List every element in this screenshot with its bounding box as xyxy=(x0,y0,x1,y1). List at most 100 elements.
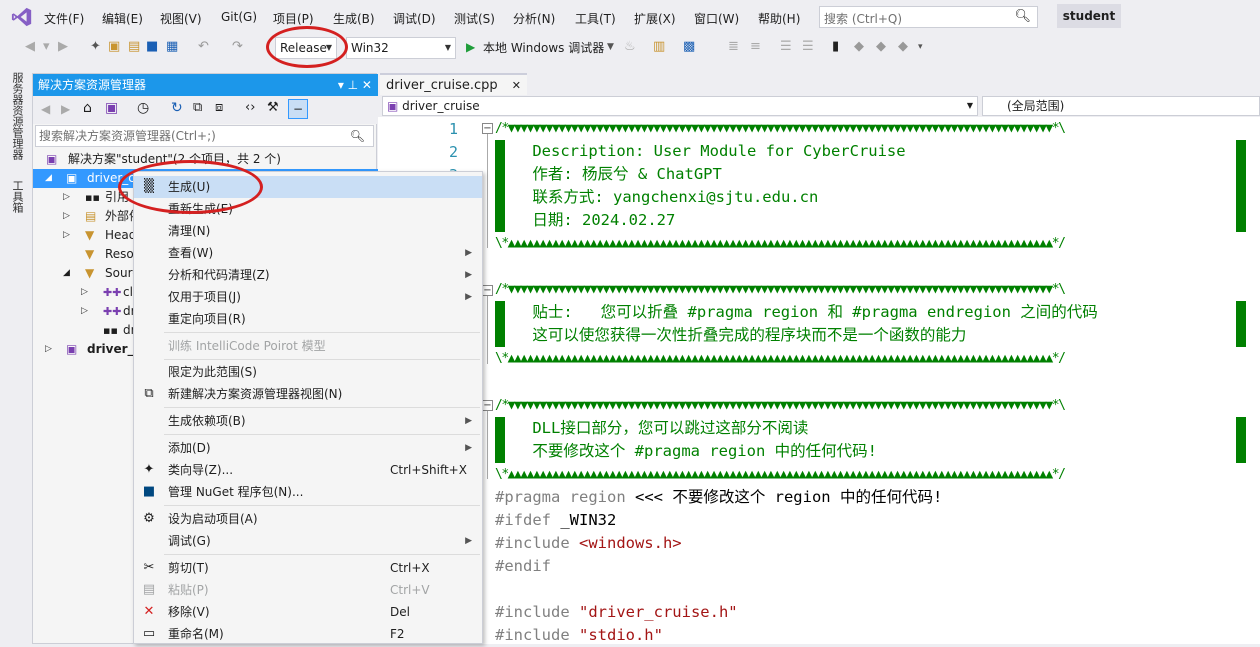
switch-views-icon[interactable]: ▣ xyxy=(105,100,118,116)
server-explorer-tab[interactable]: 服务器资源管理器 xyxy=(9,72,25,160)
find-in-files-icon[interactable]: ▥ xyxy=(653,39,665,55)
global-search-input[interactable]: 搜索 (Ctrl+Q) 🔍︎ xyxy=(819,6,1038,28)
menu-item-view[interactable]: 查看(W) ▶ xyxy=(134,242,482,264)
menu-test[interactable]: 测试(S) xyxy=(454,10,495,27)
expand-open-icon[interactable]: ◢ xyxy=(63,264,70,283)
expand-closed-icon[interactable]: ▷ xyxy=(45,340,52,359)
show-all-files-icon[interactable]: ⧈ xyxy=(215,100,223,115)
menu-help[interactable]: 帮助(H) xyxy=(758,10,800,27)
project-scope-dropdown[interactable]: ▣ driver_cruise ▼ xyxy=(382,96,978,116)
solution-search-input[interactable]: 搜索解决方案资源管理器(Ctrl+;) 🔍︎ xyxy=(35,125,374,147)
fold-toggle-icon[interactable]: − xyxy=(482,400,493,411)
menu-item-retarget[interactable]: 重定向项目(R) xyxy=(134,308,482,330)
toolbox-tab[interactable]: 工具箱 xyxy=(9,180,25,213)
menu-item-intellicode-train[interactable]: 训练 IntelliCode Poirot 模型 xyxy=(134,335,482,357)
fold-toggle-icon[interactable]: − xyxy=(482,285,493,296)
open-file-icon[interactable]: ▤ xyxy=(128,39,140,55)
menu-build[interactable]: 生成(B) xyxy=(333,10,375,27)
undo-icon[interactable]: ↶ xyxy=(198,39,209,55)
forward-dropdown-icon[interactable]: ▾ xyxy=(43,39,50,55)
close-icon[interactable]: ✕ xyxy=(512,79,521,92)
menu-file[interactable]: 文件(F) xyxy=(44,10,84,27)
preprocessor-token: #ifdef xyxy=(495,511,551,529)
menu-item-label: 清理(N) xyxy=(168,224,211,238)
menu-item-add[interactable]: 添加(D) ▶ xyxy=(134,437,482,459)
home-icon[interactable]: ⌂ xyxy=(83,100,92,116)
submenu-arrow-icon: ▶ xyxy=(465,536,472,546)
preview-selected-items-icon[interactable]: − xyxy=(288,99,308,119)
menu-item-new-explorer-view[interactable]: ⧉ 新建解决方案资源管理器视图(N) xyxy=(134,383,482,405)
scope-value: (全局范围) xyxy=(1007,99,1065,113)
open-folder-icon[interactable]: ▣ xyxy=(108,39,120,55)
menu-item-class-wizard[interactable]: ✦ 类向导(Z)... Ctrl+Shift+X xyxy=(134,459,482,481)
forward-icon[interactable]: ▶ xyxy=(58,39,68,55)
menu-item-build-dependencies[interactable]: 生成依赖项(B) ▶ xyxy=(134,410,482,432)
menu-item-label: 调试(G) xyxy=(168,534,211,548)
pending-changes-filter-icon[interactable]: ◷ xyxy=(137,100,149,116)
browse-icon[interactable]: ▩ xyxy=(683,39,695,55)
code-line: \*▲▲▲▲▲▲▲▲▲▲▲▲▲▲▲▲▲▲▲▲▲▲▲▲▲▲▲▲▲▲▲▲▲▲▲▲▲▲… xyxy=(495,467,1066,482)
expand-open-icon[interactable]: ◢ xyxy=(45,169,52,188)
expand-closed-icon[interactable]: ▷ xyxy=(63,188,70,207)
solution-platform-dropdown[interactable]: Win32 ▼ xyxy=(346,37,456,59)
save-all-icon[interactable]: ▦ xyxy=(166,39,178,55)
sync-icon[interactable]: ↻ xyxy=(171,100,183,116)
next-bookmark-icon[interactable]: ◆ xyxy=(876,39,886,55)
code-area[interactable]: 1 2 3 − − − /*▼▼▼▼▼▼▼▼▼▼▼▼▼▼▼▼▼▼▼▼▼▼▼▼▼▼… xyxy=(378,117,1260,644)
menu-item-rename[interactable]: ▭ 重命名(M) F2 xyxy=(134,623,482,645)
menu-view[interactable]: 视图(V) xyxy=(160,10,202,27)
scope-dropdown[interactable]: (全局范围) xyxy=(982,96,1260,116)
expand-closed-icon[interactable]: ▷ xyxy=(63,207,70,226)
new-project-icon[interactable]: ✦ xyxy=(90,39,101,55)
expand-closed-icon[interactable]: ▷ xyxy=(81,283,88,302)
save-icon[interactable]: ■ xyxy=(146,39,158,55)
profile-badge[interactable]: student xyxy=(1057,4,1121,28)
forward-icon[interactable]: ▶ xyxy=(61,102,70,116)
view-code-icon[interactable]: ‹› xyxy=(245,100,255,115)
menu-item-scope-to-this[interactable]: 限定为此范围(S) xyxy=(134,361,482,383)
menu-debug[interactable]: 调试(D) xyxy=(393,10,436,27)
menu-item-nuget[interactable]: ■ 管理 NuGet 程序包(N)... xyxy=(134,481,482,503)
menu-item-analyze-cleanup[interactable]: 分析和代码清理(Z) ▶ xyxy=(134,264,482,286)
hot-reload-icon[interactable]: ♨ xyxy=(624,39,636,55)
toolbar-overflow-icon[interactable]: ▾ xyxy=(918,39,923,55)
remove-x-icon: ✕ xyxy=(143,604,155,619)
menu-item-set-startup[interactable]: ⚙ 设为启动项目(A) xyxy=(134,508,482,530)
menu-item-cut[interactable]: ✂ 剪切(T) Ctrl+X xyxy=(134,557,482,579)
outdent-icon[interactable]: ≡ xyxy=(750,39,761,55)
start-debugging-chevron-icon[interactable]: ▼ xyxy=(607,39,614,55)
bookmark-icon[interactable]: ▮ xyxy=(832,39,839,55)
expand-closed-icon[interactable]: ▷ xyxy=(81,302,88,321)
comment-icon[interactable]: ☰ xyxy=(780,39,792,55)
start-debugging-button[interactable]: 本地 Windows 调试器 xyxy=(483,39,604,56)
menu-analyze[interactable]: 分析(N) xyxy=(513,10,555,27)
menu-edit[interactable]: 编辑(E) xyxy=(102,10,143,27)
menu-item-project-only[interactable]: 仅用于项目(J) ▶ xyxy=(134,286,482,308)
menu-tools[interactable]: 工具(T) xyxy=(575,10,616,27)
uncomment-icon[interactable]: ☰ xyxy=(802,39,814,55)
menu-extensions[interactable]: 扩展(X) xyxy=(634,10,676,27)
back-icon[interactable]: ◀ xyxy=(25,39,35,55)
properties-icon[interactable]: ⚒ xyxy=(267,100,279,115)
prev-bookmark-folder-icon[interactable]: ◆ xyxy=(898,39,908,55)
start-debugging-icon[interactable]: ▶ xyxy=(466,39,475,55)
collapse-all-icon[interactable]: ⧉ xyxy=(193,100,202,115)
back-icon[interactable]: ◀ xyxy=(41,102,50,116)
redo-icon[interactable]: ↷ xyxy=(232,39,243,55)
fold-toggle-icon[interactable]: − xyxy=(482,123,493,134)
project-icon: ▣ xyxy=(66,171,78,185)
expand-closed-icon[interactable]: ▷ xyxy=(63,226,70,245)
menu-item-remove[interactable]: ✕ 移除(V) Del xyxy=(134,601,482,623)
pane-controls[interactable]: ▾ ⊥ ✕ xyxy=(338,74,372,96)
visual-studio-logo-icon[interactable] xyxy=(10,6,34,28)
menu-item-debug[interactable]: 调试(G) ▶ xyxy=(134,530,482,552)
menu-git[interactable]: Git(G) xyxy=(221,10,257,24)
menu-window[interactable]: 窗口(W) xyxy=(694,10,739,27)
prev-bookmark-icon[interactable]: ◆ xyxy=(854,39,864,55)
indent-icon[interactable]: ≣ xyxy=(728,39,739,55)
menu-project[interactable]: 项目(P) xyxy=(273,10,314,27)
submenu-arrow-icon: ▶ xyxy=(465,292,472,302)
menu-item-paste[interactable]: ▤ 粘贴(P) Ctrl+V xyxy=(134,579,482,601)
tab-driver-cruise-cpp[interactable]: driver_cruise.cpp ✕ xyxy=(380,73,528,95)
menu-item-clean[interactable]: 清理(N) xyxy=(134,220,482,242)
